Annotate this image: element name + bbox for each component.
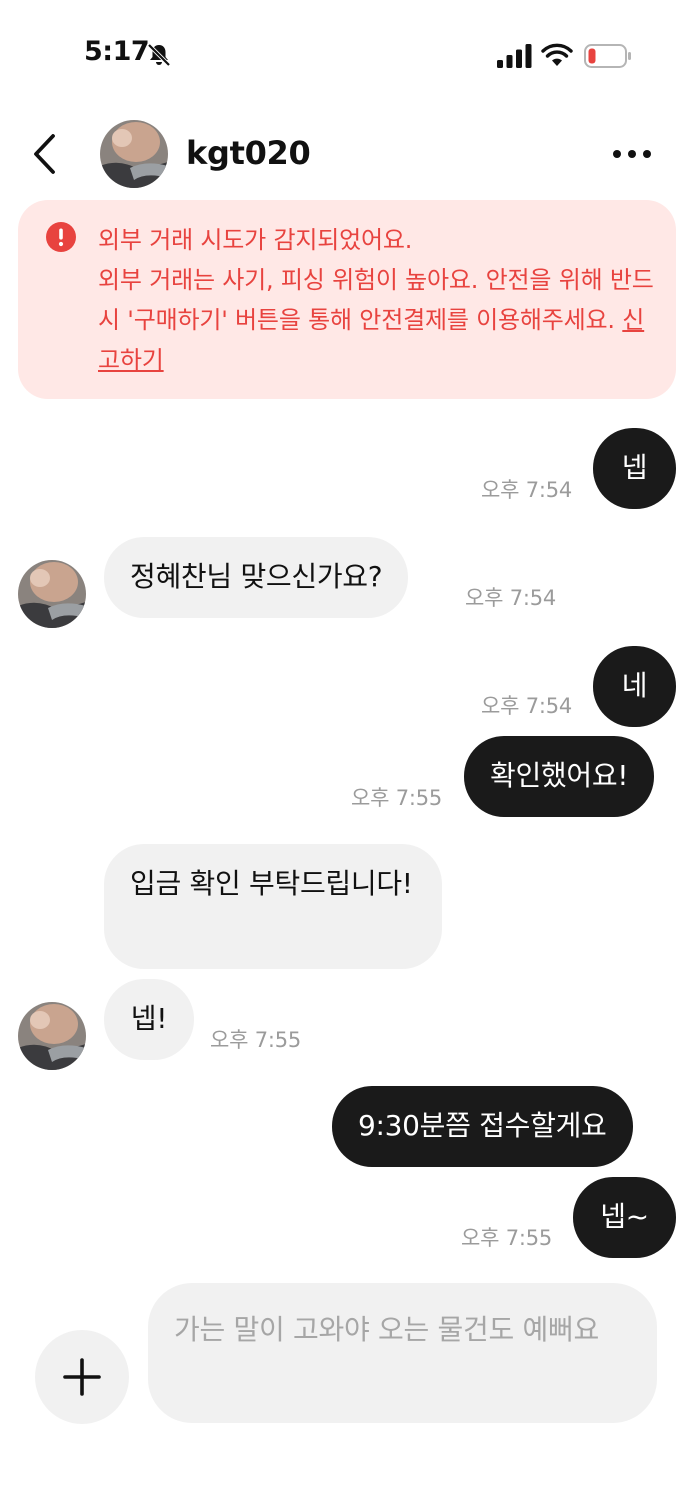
avatar[interactable] [100, 120, 168, 188]
status-bar: 5:17 [0, 0, 693, 110]
message-time: 오후 7:55 [351, 786, 443, 810]
message-input-box[interactable]: 가는 말이 고와야 오는 물건도 예뻐요 [148, 1283, 657, 1423]
outgoing-message[interactable]: 넵~ [573, 1177, 676, 1258]
battery-low-icon [584, 44, 631, 68]
incoming-message[interactable]: 넵! [104, 979, 194, 1060]
message-input[interactable]: 가는 말이 고와야 오는 물건도 예뻐요 [174, 1307, 644, 1353]
warning-title: 외부 거래 시도가 감지되었어요. [98, 226, 413, 254]
outgoing-message[interactable]: 9:30분쯤 접수할게요 [332, 1086, 633, 1167]
message-time: 오후 7:54 [481, 694, 573, 718]
signal-icon [497, 44, 532, 68]
avatar[interactable] [18, 560, 86, 628]
incoming-message[interactable]: 정혜찬님 맞으신가요? [104, 537, 409, 618]
bell-slash-icon [147, 43, 171, 67]
message-time: 오후 7:54 [481, 478, 573, 502]
message-time: 오후 7:55 [461, 1226, 553, 1250]
outgoing-message[interactable]: 확인했어요! [464, 736, 655, 817]
wifi-icon [541, 43, 573, 66]
plus-icon [63, 1358, 101, 1396]
chat-screen: 5:17 kgt020 외부 거래 시도가 감지되었어요. 외부 거래는 사기,… [0, 0, 693, 1500]
warning-message: 외부 거래 시도가 감지되었어요. 외부 거래는 사기, 피싱 위험이 높아요.… [98, 220, 654, 380]
chat-partner-name[interactable]: kgt020 [186, 134, 311, 172]
add-attachment-button[interactable] [35, 1330, 129, 1424]
warning-body: 외부 거래는 사기, 피싱 위험이 높아요. 안전을 위해 반드시 '구매하기'… [98, 266, 654, 334]
status-time: 5:17 [84, 36, 150, 67]
more-horizontal-icon[interactable] [608, 136, 656, 172]
incoming-message[interactable]: 입금 확인 부탁드립니다! [104, 844, 442, 969]
outgoing-message[interactable]: 넵 [593, 428, 676, 509]
chevron-left-icon[interactable] [26, 130, 66, 178]
external-trade-warning: 외부 거래 시도가 감지되었어요. 외부 거래는 사기, 피싱 위험이 높아요.… [18, 200, 676, 399]
avatar[interactable] [18, 1002, 86, 1070]
chat-header: kgt020 [0, 110, 693, 200]
message-time: 오후 7:55 [210, 1028, 302, 1052]
message-time: 오후 7:54 [465, 586, 557, 610]
outgoing-message[interactable]: 네 [593, 646, 676, 727]
alert-icon [46, 222, 76, 252]
